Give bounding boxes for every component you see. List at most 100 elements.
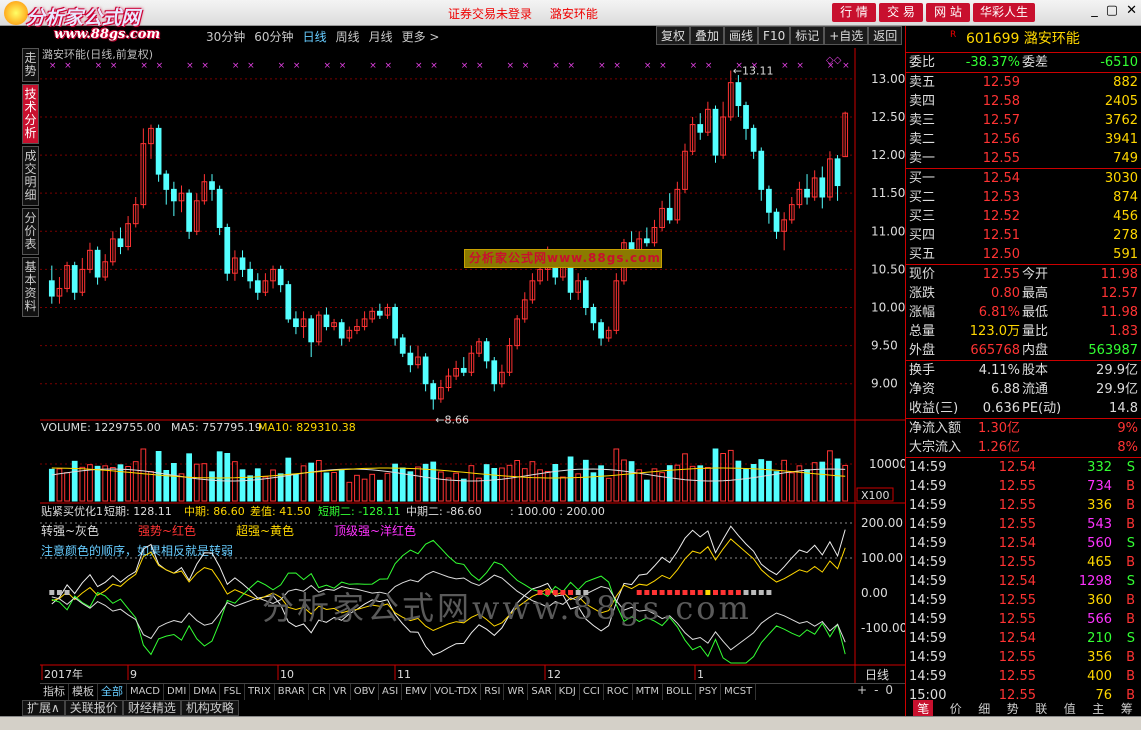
volume-bar: [720, 453, 726, 502]
volume-bar: [636, 469, 643, 502]
tick-list[interactable]: 14:59 12.54 332 S 14:59 12.55 734 B 14:59 12.55 33…: [906, 457, 1141, 705]
indicator-tab[interactable]: CCI: [580, 684, 604, 700]
period-daily[interactable]: 日线: [303, 28, 327, 45]
overlay-button[interactable]: 叠加: [690, 26, 725, 45]
quote-tab[interactable]: 值: [1064, 700, 1076, 716]
indicator-tab[interactable]: ROC: [604, 684, 633, 700]
period-30min[interactable]: 30分钟: [206, 28, 245, 45]
indicator-tab[interactable]: TRIX: [245, 684, 275, 700]
indicator-tab[interactable]: PSY: [696, 684, 722, 700]
indicator-tab[interactable]: MCST: [721, 684, 757, 700]
candle-body: [430, 383, 437, 400]
volume-bar: [239, 469, 246, 502]
candle-body: [155, 127, 162, 175]
indicator-tab[interactable]: BRAR: [275, 684, 309, 700]
f10-button[interactable]: F10: [758, 26, 791, 45]
tab-deals[interactable]: 成交明细: [22, 146, 39, 206]
tab-technical[interactable]: 技术分析: [22, 84, 39, 144]
indicator-tab[interactable]: ASI: [379, 684, 403, 700]
period-tabs: 30分钟 60分钟 日线 周线 月线 更多 >: [206, 28, 439, 45]
add-watchlist-button[interactable]: +自选: [824, 26, 869, 45]
indicator-tab[interactable]: BOLL: [663, 684, 696, 700]
zoom-out-button[interactable]: -: [874, 683, 878, 697]
tab-trend[interactable]: 走势: [22, 48, 39, 82]
fundamental-stats: 换手 4.11% 股本 29.9亿 净资 6.88 流通 29.9亿 收益(三) 0.636 PE(…: [906, 360, 1141, 418]
signal-marker: ×: [140, 61, 148, 71]
indicator-tab[interactable]: VR: [330, 684, 351, 700]
signal-marker: ×: [430, 61, 438, 71]
indicator-tab[interactable]: 指标: [40, 684, 69, 700]
quote-button[interactable]: 行 情: [832, 3, 876, 22]
period-monthly[interactable]: 月线: [369, 28, 393, 45]
quote-tab[interactable]: 联: [1035, 700, 1047, 716]
maximize-icon[interactable]: ▢: [1106, 3, 1118, 18]
signal-marker: ×: [507, 61, 515, 71]
zoom-in-button[interactable]: +: [857, 683, 867, 697]
indicator-tab[interactable]: WR: [504, 684, 529, 700]
indicator-tab[interactable]: DMA: [190, 684, 221, 700]
indicator-tab[interactable]: OBV: [351, 684, 379, 700]
volume-bar: [331, 472, 337, 502]
back-button[interactable]: 返回: [868, 26, 903, 45]
quote-tab[interactable]: 价: [950, 700, 962, 716]
zoom-reset-button[interactable]: 0: [885, 683, 893, 697]
period-more[interactable]: 更多 >: [402, 28, 440, 45]
signal-marker: ×: [64, 61, 72, 71]
adjust-button[interactable]: 复权: [656, 26, 691, 45]
huacai-button[interactable]: 华彩人生: [973, 3, 1035, 22]
signal-block: [64, 590, 70, 595]
volume-bar: [254, 468, 261, 502]
candle-body: [392, 306, 398, 339]
chart-action-buttons: 复权 叠加 画线 F10 标记 +自选 返回: [656, 26, 903, 45]
close-icon[interactable]: ✕: [1126, 3, 1137, 18]
quote-tab[interactable]: 主: [1092, 700, 1104, 716]
quote-tab[interactable]: 势: [1007, 700, 1019, 716]
quote-tab[interactable]: 笔: [913, 700, 934, 716]
website-button[interactable]: 网 站: [926, 3, 970, 22]
indicator-tab[interactable]: RSI: [481, 684, 505, 700]
indicator-tick: 200.00: [861, 516, 903, 530]
indicator-tab[interactable]: SAR: [528, 684, 556, 700]
mark-button[interactable]: 标记: [790, 26, 825, 45]
finance-picks-button[interactable]: 财经精选: [122, 700, 181, 716]
indicator-tab[interactable]: DMI: [164, 684, 191, 700]
institution-button[interactable]: 机构攻略: [180, 700, 239, 716]
indicator-tab[interactable]: KDJ: [556, 684, 580, 700]
watermark-box: 分析家公式网www.88gs.com: [464, 249, 662, 268]
indicator-tab[interactable]: MTM: [633, 684, 663, 700]
period-60min[interactable]: 60分钟: [254, 28, 293, 45]
quote-tab[interactable]: 细: [978, 700, 990, 716]
stock-name: 潞安环能: [1023, 31, 1080, 47]
x-axis-label: 9: [130, 668, 137, 681]
indicator-tab[interactable]: 全部: [98, 684, 127, 700]
signal-block: [49, 590, 55, 595]
related-quote-button[interactable]: 关联报价: [64, 700, 123, 716]
volume-bar: [651, 468, 658, 502]
minimize-icon[interactable]: _: [1091, 3, 1098, 18]
draw-button[interactable]: 画线: [724, 26, 759, 45]
signal-marker: ×: [705, 61, 713, 71]
volume-bar: [598, 465, 604, 502]
indicator-duanqi2: 短期二: -128.11: [318, 504, 401, 518]
indicator-tab[interactable]: MACD: [127, 684, 164, 700]
stat-row: 换手 4.11% 股本 29.9亿: [909, 363, 1138, 378]
signal-marker: ×: [247, 61, 255, 71]
stat-row: 收益(三) 0.636 PE(动) 14.8: [909, 401, 1138, 416]
indicator-tab[interactable]: 模板: [69, 684, 98, 700]
volume-bar: [705, 467, 711, 502]
buy-row: 买三 12.52 456: [909, 209, 1138, 224]
weicha-value: -6510: [1100, 55, 1138, 70]
volume-bar: [422, 463, 429, 502]
legend-gray: 转强~灰色: [41, 523, 99, 538]
trade-button[interactable]: 交 易: [879, 3, 923, 22]
indicator-tab[interactable]: EMV: [402, 684, 431, 700]
candle-body: [163, 173, 170, 190]
indicator-tab[interactable]: CR: [309, 684, 330, 700]
indicator-tab[interactable]: VOL-TDX: [431, 684, 482, 700]
period-weekly[interactable]: 周线: [336, 28, 360, 45]
tab-price-table[interactable]: 分价表: [22, 208, 39, 255]
expand-button[interactable]: 扩展∧: [22, 700, 65, 716]
quote-tab[interactable]: 筹: [1121, 700, 1133, 716]
indicator-tab[interactable]: FSL: [220, 684, 245, 700]
tab-fundamentals[interactable]: 基本资料: [22, 257, 39, 317]
